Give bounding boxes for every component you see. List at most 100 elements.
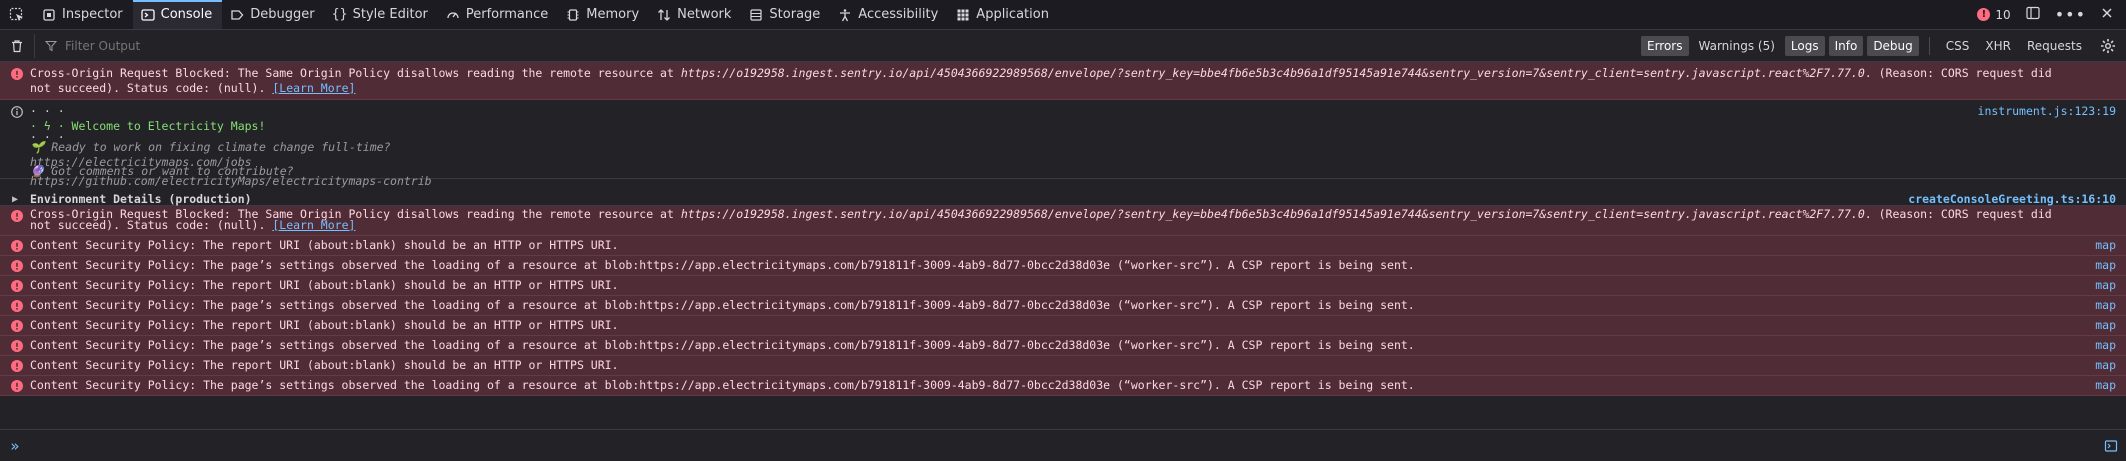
filter-logs-button[interactable]: Logs — [1784, 35, 1825, 56]
error-icon — [10, 319, 23, 332]
message-text: Content Security Policy: The report URI … — [30, 358, 619, 372]
tab-label: Inspector — [62, 7, 123, 22]
expand-caret-icon[interactable]: ▶ — [12, 192, 18, 207]
filter-debug-button[interactable]: Debug — [1867, 35, 1919, 56]
tab-label: Performance — [465, 7, 549, 22]
close-icon[interactable] — [2100, 6, 2114, 23]
tab-performance[interactable]: Performance — [438, 0, 558, 29]
learn-more-link[interactable]: [Learn More] — [272, 218, 355, 232]
filter-info-button[interactable]: Info — [1828, 35, 1864, 56]
tab-label: Memory — [586, 7, 640, 22]
console-error-cors: Cross-Origin Request Blocked: The Same O… — [0, 206, 2126, 236]
performance-icon — [446, 8, 460, 22]
javascript-input[interactable] — [30, 430, 2096, 461]
dock-side-icon[interactable] — [2025, 5, 2041, 24]
blocked-resource-url: https://o192958.ingest.sentry.io/api/450… — [680, 207, 1865, 221]
console-contrib-url: https://github.com/electricityMaps/elect… — [0, 175, 2126, 190]
filter-errors-button[interactable]: Errors — [1640, 35, 1689, 56]
message-text: Content Security Policy: The page’s sett… — [30, 298, 1415, 312]
source-location-link[interactable]: instrument.js:123:19 — [1978, 104, 2116, 119]
tab-application[interactable]: Application — [948, 0, 1059, 29]
message-text: Cross-Origin Request Blocked: The Same O… — [30, 66, 2052, 95]
error-icon — [10, 359, 23, 372]
console-output: Cross-Origin Request Blocked: The Same O… — [0, 62, 2126, 429]
console-icon — [140, 8, 155, 22]
debugger-icon — [230, 8, 244, 22]
tab-accessibility[interactable]: Accessibility — [830, 0, 948, 29]
gear-icon — [2101, 38, 2115, 53]
message-text: Cross-Origin Request Blocked: The Same O… — [30, 207, 2052, 232]
source-location-link[interactable]: map — [2095, 278, 2116, 293]
message-text: Content Security Policy: The page’s sett… — [30, 258, 1415, 272]
error-icon — [10, 379, 23, 392]
tab-network[interactable]: Network — [649, 0, 741, 29]
trash-icon — [12, 39, 22, 52]
source-location-link[interactable]: map — [2095, 318, 2116, 333]
source-location-link[interactable]: map — [2095, 338, 2116, 353]
editor-mode-toggle-icon[interactable] — [2096, 439, 2126, 453]
console-settings-button[interactable] — [2096, 38, 2120, 54]
source-location-link[interactable]: map — [2095, 378, 2116, 393]
tab-memory[interactable]: Memory — [558, 0, 649, 29]
message-text: Content Security Policy: The page’s sett… — [30, 338, 1415, 352]
contrib-url[interactable]: https://github.com/electricityMaps/elect… — [30, 175, 2056, 187]
tab-debugger[interactable]: Debugger — [222, 0, 324, 29]
tab-label: Debugger — [250, 7, 315, 22]
console-error-csp: Content Security Policy: The page’s sett… — [0, 336, 2126, 356]
welcome-line: · ϟ · Welcome to Electricity Maps! — [30, 119, 266, 133]
error-icon: ! — [1977, 8, 1991, 21]
source-location-link[interactable]: map — [2095, 258, 2116, 273]
console-error-csp: Content Security Policy: The report URI … — [0, 236, 2126, 256]
group-label: Environment Details (production) — [30, 192, 252, 206]
filter-xhr-button[interactable]: XHR — [1979, 36, 2017, 56]
inspector-icon — [42, 8, 56, 22]
tab-label: Style Editor — [352, 7, 428, 22]
tab-storage[interactable]: Storage — [741, 0, 830, 29]
message-text: Content Security Policy: The report URI … — [30, 238, 619, 252]
jobs-url[interactable]: https://electricitymaps.com/jobs — [30, 155, 2056, 170]
accessibility-icon — [838, 8, 852, 22]
tab-label: Accessibility — [858, 7, 939, 22]
source-location-link[interactable]: map — [2095, 358, 2116, 373]
tab-label: Storage — [769, 7, 821, 22]
error-icon — [10, 259, 23, 272]
error-icon — [10, 209, 23, 222]
more-options-icon[interactable]: ••• — [2055, 5, 2086, 24]
console-filter-bar: Errors Warnings (5) Logs Info Debug CSS … — [0, 30, 2126, 62]
network-icon — [657, 8, 671, 22]
error-count-badge[interactable]: ! 10 — [1977, 7, 2011, 22]
filter-css-button[interactable]: CSS — [1940, 36, 1976, 56]
error-icon — [10, 279, 23, 292]
console-error-csp: Content Security Policy: The report URI … — [0, 276, 2126, 296]
error-icon — [10, 339, 23, 352]
filter-output-input[interactable] — [63, 37, 1167, 54]
console-error-cors: Cross-Origin Request Blocked: The Same O… — [0, 62, 2126, 100]
filter-icon — [45, 40, 57, 51]
tab-console[interactable]: Console — [132, 0, 223, 29]
console-error-csp: Content Security Policy: The page’s sett… — [0, 256, 2126, 276]
element-picker-button[interactable] — [0, 0, 34, 29]
source-location-link[interactable]: map — [2095, 298, 2116, 313]
tab-label: Console — [160, 7, 213, 22]
tab-inspector[interactable]: Inspector — [34, 0, 133, 29]
source-location-link[interactable]: createConsoleGreeting.ts:16:10 — [1908, 192, 2116, 207]
tab-style-editor[interactable]: {} Style Editor — [325, 0, 438, 29]
error-count: 10 — [1995, 7, 2011, 22]
greeting-dots-top: · · · — [30, 104, 65, 118]
console-error-csp: Content Security Policy: The report URI … — [0, 356, 2126, 376]
error-icon — [10, 67, 23, 80]
filter-warnings-button[interactable]: Warnings (5) — [1693, 36, 1781, 56]
info-icon — [10, 105, 23, 118]
filter-output-field — [34, 33, 1245, 58]
console-group-environment[interactable]: ▶ Environment Details (production) creat… — [0, 190, 2126, 206]
clear-console-button[interactable] — [0, 39, 34, 53]
learn-more-link[interactable]: [Learn More] — [272, 81, 355, 95]
error-icon — [10, 299, 23, 312]
source-location-link[interactable]: map — [2095, 238, 2116, 253]
filter-requests-button[interactable]: Requests — [2021, 36, 2088, 56]
tab-label: Application — [976, 7, 1049, 22]
memory-icon — [566, 8, 580, 22]
message-text: Content Security Policy: The report URI … — [30, 318, 619, 332]
message-text: Content Security Policy: The report URI … — [30, 278, 619, 292]
console-error-csp: Content Security Policy: The report URI … — [0, 316, 2126, 336]
